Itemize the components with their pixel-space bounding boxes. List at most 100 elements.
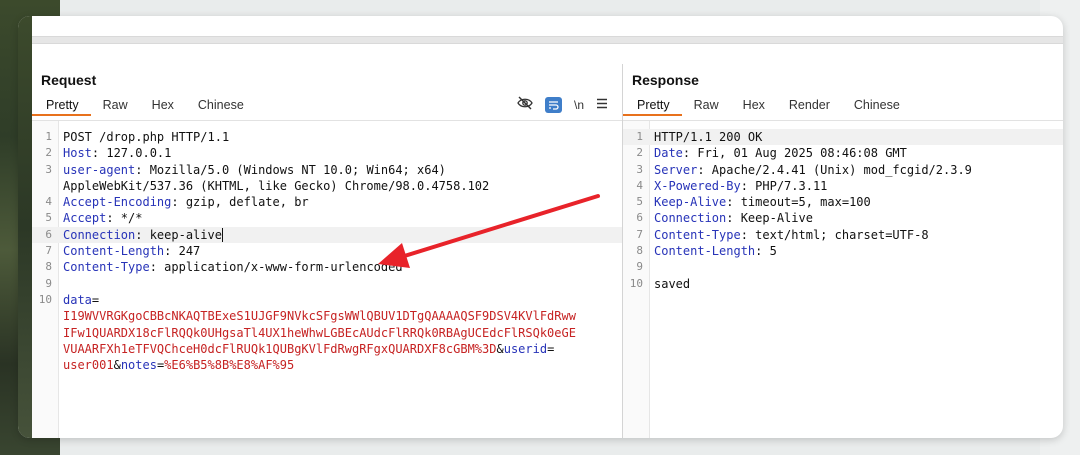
code-line[interactable]: 6 Connection: keep-alive: [32, 226, 622, 244]
code-line[interactable]: 4 X-Powered-By: PHP/7.3.11: [623, 178, 1063, 194]
code-line[interactable]: 10 data=: [32, 292, 622, 308]
request-tab-chinese[interactable]: Chinese: [186, 96, 256, 116]
code-line[interactable]: 5 Accept: */*: [32, 210, 622, 226]
code-line[interactable]: 6 Connection: Keep-Alive: [623, 210, 1063, 226]
code-token: userid: [503, 341, 548, 356]
response-tab-chinese[interactable]: Chinese: [842, 96, 912, 116]
line-number: 9: [636, 260, 643, 274]
line-number: [32, 325, 52, 341]
line-number: 7: [636, 227, 643, 241]
code-line[interactable]: 3 Server: Apache/2.4.41 (Unix) mod_fcgid/…: [623, 162, 1063, 178]
eye-off-icon[interactable]: [517, 96, 533, 114]
code-token: Accept-Encoding: [63, 195, 172, 210]
line-number: 4: [636, 178, 643, 192]
code-line[interactable]: I19WVVRGKgoCBBcNKAQTBExeS1UJGF9NVkcSFgsW…: [32, 308, 622, 324]
code-token: Connection: [63, 227, 136, 242]
line-code: IFw1QUARDX18cFlRQQk0UHgsaTl4UX1heWhwLGBE…: [52, 325, 576, 341]
response-tab-hex[interactable]: Hex: [731, 96, 777, 116]
line-code: data=: [52, 292, 99, 308]
code-line[interactable]: 2 Host: 127.0.0.1: [32, 145, 622, 161]
code-token: Server: [654, 162, 698, 177]
code-line[interactable]: 9: [32, 276, 622, 292]
code-token: X-Powered-By: [654, 178, 741, 193]
code-token: VUAARFXh1eTFVQChceH0dcFlRUQk1QUBgKVlFdRw…: [63, 341, 497, 356]
code-token: : 127.0.0.1: [91, 146, 172, 161]
line-number: 2: [45, 146, 52, 160]
code-token: data: [63, 292, 92, 307]
code-token: : PHP/7.3.11: [740, 178, 828, 193]
code-token: Content-Type: [63, 260, 150, 275]
code-token: : keep-alive: [135, 227, 223, 242]
line-code: AppleWebKit/537.36 (KHTML, like Gecko) C…: [52, 178, 489, 194]
code-token: Content-Length: [654, 244, 756, 259]
code-line[interactable]: 7 Content-Length: 247: [32, 243, 622, 259]
line-code: Connection: Keep-Alive: [643, 210, 813, 226]
code-token: : text/html; charset=UTF-8: [740, 227, 929, 242]
code-token: &: [113, 358, 121, 373]
line-code: Content-Length: 5: [643, 243, 777, 259]
top-toolbar: [32, 36, 1063, 44]
line-number: 6: [45, 227, 52, 241]
response-tab-raw[interactable]: Raw: [682, 96, 731, 116]
line-code: saved: [643, 276, 690, 292]
wrap-icon[interactable]: [544, 97, 562, 113]
menu-icon[interactable]: [596, 97, 608, 113]
line-number: 3: [636, 162, 643, 176]
request-lines: 1 POST /drop.php HTTP/1.1 2 Host: 127.0.0.1…: [32, 129, 622, 373]
line-code: Date: Fri, 01 Aug 2025 08:46:08 GMT: [643, 145, 907, 161]
response-tab-render[interactable]: Render: [777, 96, 842, 116]
code-line[interactable]: 7 Content-Type: text/html; charset=UTF-8: [623, 227, 1063, 243]
code-token: : 247: [164, 244, 201, 259]
code-token: =: [547, 341, 555, 356]
response-tab-pretty[interactable]: Pretty: [623, 96, 682, 116]
code-line[interactable]: 1 POST /drop.php HTTP/1.1: [32, 129, 622, 145]
line-code: POST /drop.php HTTP/1.1: [52, 129, 229, 145]
code-token: : gzip, deflate, br: [171, 195, 309, 210]
code-line[interactable]: 10 saved: [623, 276, 1063, 292]
line-code: Connection: keep-alive: [52, 227, 223, 243]
request-tab-hex[interactable]: Hex: [140, 96, 186, 116]
line-code: HTTP/1.1 200 OK: [643, 129, 762, 145]
line-code: Server: Apache/2.4.41 (Unix) mod_fcgid/2…: [643, 162, 972, 178]
line-number: 1: [636, 130, 643, 143]
line-number: 8: [636, 244, 643, 258]
line-number: 5: [45, 211, 52, 225]
code-line[interactable]: AppleWebKit/537.36 (KHTML, like Gecko) C…: [32, 178, 622, 194]
line-code: Content-Length: 247: [52, 243, 200, 259]
request-tab-raw[interactable]: Raw: [91, 96, 140, 116]
line-number: 10: [629, 276, 643, 290]
code-token: : 5: [755, 244, 777, 259]
code-token: : Keep-Alive: [726, 211, 813, 226]
code-token: Accept: [63, 211, 107, 226]
code-line[interactable]: VUAARFXh1eTFVQChceH0dcFlRUQk1QUBgKVlFdRw…: [32, 341, 622, 357]
request-tools: \n: [517, 96, 608, 114]
line-code: user-agent: Mozilla/5.0 (Windows NT 10.0…: [52, 162, 446, 178]
code-line[interactable]: 5 Keep-Alive: timeout=5, max=100: [623, 194, 1063, 210]
newline-icon[interactable]: \n: [574, 97, 584, 113]
request-title: Request: [41, 72, 97, 88]
line-code: Accept: */*: [52, 210, 142, 226]
code-line[interactable]: 2 Date: Fri, 01 Aug 2025 08:46:08 GMT: [623, 145, 1063, 161]
code-line[interactable]: 1 HTTP/1.1 200 OK: [623, 129, 1063, 146]
line-number: 4: [45, 195, 52, 209]
request-editor[interactable]: 1 POST /drop.php HTTP/1.1 2 Host: 127.0.0.1…: [32, 120, 622, 438]
code-line[interactable]: 9: [623, 259, 1063, 275]
request-tab-pretty[interactable]: Pretty: [32, 96, 91, 116]
code-token: : */*: [106, 211, 143, 226]
code-line[interactable]: 8 Content-Type: application/x-www-form-ur…: [32, 259, 622, 275]
code-line[interactable]: 8 Content-Length: 5: [623, 243, 1063, 259]
line-code: Content-Type: text/html; charset=UTF-8: [643, 227, 929, 243]
code-token: : timeout=5, max=100: [726, 195, 871, 210]
code-line[interactable]: 4 Accept-Encoding: gzip, deflate, br: [32, 194, 622, 210]
http-viewer-window: Request Pretty Raw Hex Chinese \n 1 POST…: [18, 16, 1063, 438]
code-line[interactable]: 3 user-agent: Mozilla/5.0 (Windows NT 10.…: [32, 162, 622, 178]
response-editor[interactable]: 1 HTTP/1.1 200 OK 2 Date: Fri, 01 Aug 2025 …: [623, 120, 1063, 438]
response-panel: Response Pretty Raw Hex Render Chinese 1…: [622, 64, 1063, 438]
code-line[interactable]: IFw1QUARDX18cFlRQQk0UHgsaTl4UX1heWhwLGBE…: [32, 325, 622, 341]
code-line[interactable]: user001&notes=%E6%B5%8B%E8%AF%95: [32, 357, 622, 373]
request-panel: Request Pretty Raw Hex Chinese \n 1 POST…: [32, 64, 622, 438]
code-token: %E6%B5%8B%E8%AF%95: [164, 358, 295, 373]
response-title: Response: [632, 72, 699, 88]
code-token: AppleWebKit/537.36 (KHTML, like Gecko) C…: [63, 178, 490, 193]
